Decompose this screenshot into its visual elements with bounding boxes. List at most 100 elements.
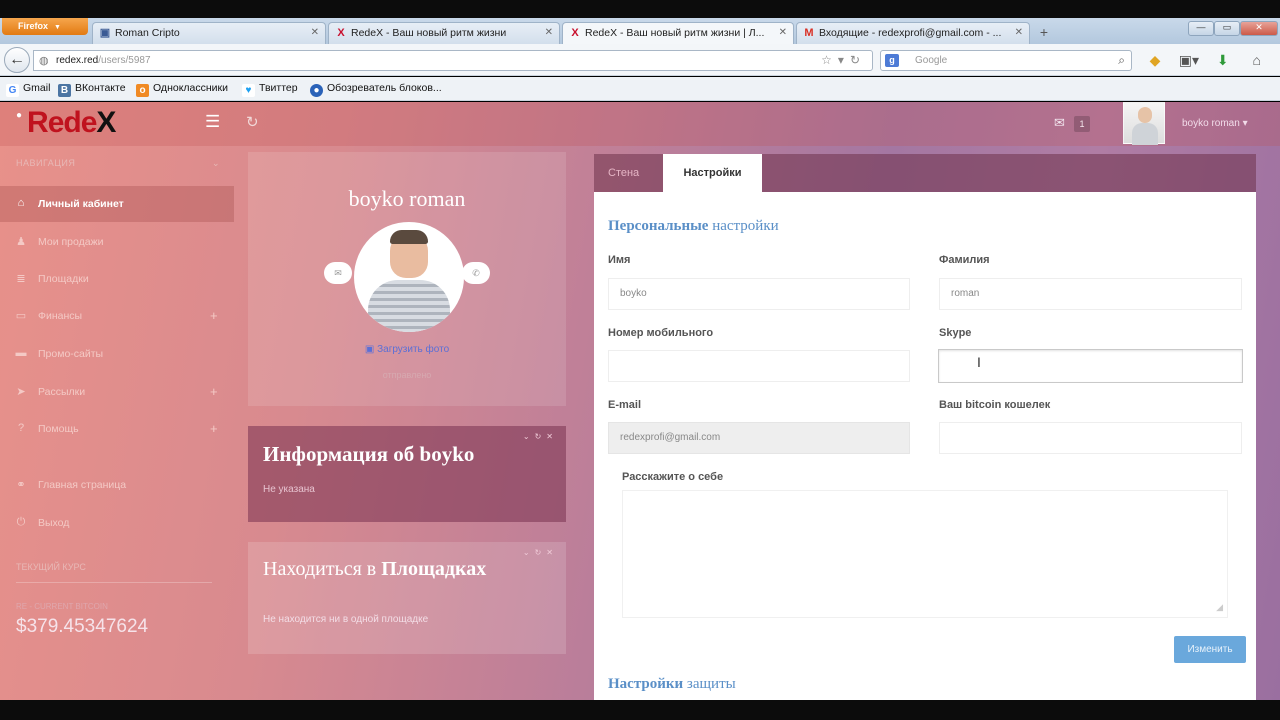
chevron-down-icon: ▾ bbox=[1242, 118, 1248, 129]
course-title: ТЕКУЩИЙ КУРС bbox=[16, 562, 86, 572]
about-label: Расскажите о себе bbox=[622, 471, 724, 483]
skype-label: Skype bbox=[939, 327, 972, 339]
bookmark-vkontakte[interactable]: B ВКонтакте bbox=[58, 82, 126, 97]
card-controls[interactable]: ⌄↻✕ bbox=[523, 548, 558, 557]
browser-tab-roman-cripto[interactable]: ▣ Roman Cripto ✕ bbox=[92, 22, 326, 44]
sidebar-item-mailings[interactable]: ➤ Рассылки + bbox=[0, 374, 234, 410]
sidebar: НАВИГАЦИЯ ⌄ ⌂ Личный кабинет ♟ Мои продажи … bbox=[0, 146, 236, 700]
user-avatar[interactable] bbox=[1123, 102, 1165, 145]
bookmark-twitter[interactable]: ♥ Твиттер bbox=[242, 82, 298, 97]
chevron-down-icon[interactable]: ⌄ bbox=[212, 158, 220, 169]
bookmark-odnoklassniki[interactable]: o Одноклассники bbox=[136, 82, 228, 97]
redex-favicon-icon: X bbox=[337, 27, 345, 39]
phone-icon[interactable]: ✆ bbox=[462, 262, 490, 284]
back-arrow-icon[interactable]: ← bbox=[4, 47, 30, 73]
list-icon: ≣ bbox=[16, 273, 26, 285]
address-bar-icons[interactable]: ☆▾↻ bbox=[821, 53, 866, 67]
save-button[interactable]: Изменить bbox=[1174, 636, 1246, 663]
mobile-field[interactable] bbox=[608, 350, 910, 382]
mail-count-badge: 1 bbox=[1074, 116, 1090, 132]
close-tab-icon[interactable]: ✕ bbox=[545, 27, 553, 38]
card-controls[interactable]: ⌄↻✕ bbox=[523, 432, 558, 441]
sidebar-item-logout[interactable]: ⏻ Выход bbox=[0, 505, 234, 541]
sidebar-item-cabinet[interactable]: ⌂ Личный кабинет bbox=[0, 186, 234, 222]
profile-card: boyko roman ✉ ✆ ▣ Загрузить фото отправл… bbox=[248, 152, 566, 406]
address-bar[interactable]: ◍ redex.red/users/5987 ☆▾↻ bbox=[33, 50, 873, 71]
gmail-icon: M bbox=[804, 27, 814, 39]
plus-icon: + bbox=[210, 308, 218, 323]
locations-card: ⌄↻✕ Находиться в Площадках Не находится … bbox=[248, 542, 566, 654]
user-menu[interactable]: boyko roman ▾ bbox=[1182, 118, 1248, 129]
about-textarea[interactable]: ◢ bbox=[622, 490, 1228, 618]
browser-tab-strip: Firefox ▼ ▣ Roman Cripto ✕ X RedeX - Ваш … bbox=[0, 18, 1280, 45]
tab-wall[interactable]: Стена bbox=[594, 154, 653, 192]
first-name-label: Имя bbox=[608, 254, 631, 266]
message-icon[interactable]: ✉ bbox=[324, 262, 352, 284]
mobile-label: Номер мобильного bbox=[608, 327, 714, 339]
browser-toolbar-icons: ◆ ▣▾ ⬇ ⌂ bbox=[1140, 52, 1272, 69]
close-tab-icon[interactable]: ✕ bbox=[779, 27, 787, 38]
sidebar-item-finance[interactable]: ▭ Финансы + bbox=[0, 298, 234, 334]
letterbox-top bbox=[0, 0, 1280, 18]
locations-card-title: Находиться в Площадках bbox=[263, 558, 487, 580]
section-title-personal: Персональные настройки bbox=[608, 218, 779, 234]
skype-field[interactable]: I bbox=[938, 349, 1243, 383]
resize-grip-icon[interactable]: ◢ bbox=[1216, 602, 1223, 613]
info-card-text: Не указана bbox=[263, 484, 315, 495]
logo-bullet: ● bbox=[16, 110, 22, 121]
window-menu-icon[interactable]: ▣▾ bbox=[1174, 52, 1204, 69]
bitcoin-wallet-field[interactable] bbox=[939, 422, 1242, 454]
browser-tab-gmail[interactable]: M Входящие - redexprofi@gmail.com - ... … bbox=[796, 22, 1030, 44]
sidebar-item-help[interactable]: ? Помощь + bbox=[0, 411, 234, 447]
browser-tab-redex-1[interactable]: X RedeX - Ваш новый ритм жизни ✕ bbox=[328, 22, 560, 44]
maximize-icon[interactable]: ▭ bbox=[1214, 21, 1240, 36]
sidebar-item-home-page[interactable]: ⚭ Главная страница bbox=[0, 467, 234, 503]
minimize-icon[interactable]: — bbox=[1188, 21, 1214, 36]
bookmark-block-explorer[interactable]: ● Обозреватель блоков... bbox=[310, 82, 442, 97]
info-card: ⌄↻✕ Информация об boyko Не указана bbox=[248, 426, 566, 522]
last-name-field[interactable]: roman bbox=[939, 278, 1242, 310]
globe-icon: ● bbox=[310, 84, 323, 97]
site-header: ● RedeX ☰ ↻ ✉ 1 boyko roman ▾ bbox=[0, 102, 1280, 146]
close-tab-icon[interactable]: ✕ bbox=[311, 27, 319, 38]
refresh-icon[interactable]: ↻ bbox=[246, 113, 259, 131]
settings-panel: Стена Настройки Персональные настройки И… bbox=[594, 154, 1256, 700]
course-value: $379.45347624 bbox=[16, 616, 149, 637]
new-tab-icon[interactable]: + bbox=[1033, 23, 1055, 43]
twitter-icon: ♥ bbox=[242, 84, 255, 97]
card-icon: ▭ bbox=[15, 310, 27, 322]
sidebar-item-sales[interactable]: ♟ Мои продажи bbox=[0, 224, 234, 260]
extension-icon[interactable]: ◆ bbox=[1140, 52, 1170, 69]
link-icon: ⚭ bbox=[16, 479, 26, 491]
email-field[interactable]: redexprofi@gmail.com bbox=[608, 422, 910, 454]
menu-toggle-icon[interactable]: ☰ bbox=[205, 113, 221, 130]
monitor-icon: ▬ bbox=[15, 347, 27, 359]
mail-icon[interactable]: ✉ bbox=[1054, 115, 1065, 131]
image-icon: ▣ bbox=[364, 344, 375, 355]
help-icon: ? bbox=[17, 422, 25, 434]
panel-tabs: Стена Настройки bbox=[594, 154, 1256, 192]
close-tab-icon[interactable]: ✕ bbox=[1015, 27, 1023, 38]
home-icon: ⌂ bbox=[17, 197, 25, 209]
globe-icon: ◍ bbox=[39, 55, 49, 67]
bookmark-gmail[interactable]: G Gmail bbox=[6, 82, 50, 97]
letterbox-bottom bbox=[0, 700, 1280, 720]
firefox-menu-button[interactable]: Firefox ▼ bbox=[2, 18, 88, 35]
redex-logo[interactable]: ● RedeX bbox=[16, 106, 116, 140]
close-window-icon[interactable]: ✕ bbox=[1240, 21, 1278, 36]
plus-icon: + bbox=[210, 421, 218, 436]
search-icon[interactable]: ⌕ bbox=[1118, 53, 1125, 68]
download-icon[interactable]: ⬇ bbox=[1208, 52, 1238, 69]
email-label: E-mail bbox=[608, 399, 642, 411]
user-icon: ♟ bbox=[16, 236, 26, 248]
redex-favicon-icon: X bbox=[571, 27, 579, 39]
tab-settings[interactable]: Настройки bbox=[663, 154, 762, 192]
browser-tab-redex-active[interactable]: X RedeX - Ваш новый ритм жизни | Л... ✕ bbox=[562, 22, 794, 45]
sidebar-item-platforms[interactable]: ≣ Площадки bbox=[0, 261, 234, 297]
sidebar-item-promo[interactable]: ▬ Промо-сайты bbox=[0, 336, 234, 372]
home-icon[interactable]: ⌂ bbox=[1242, 52, 1272, 68]
browser-navbar: ← ◍ redex.red/users/5987 ☆▾↻ g Google ⌕ … bbox=[0, 44, 1280, 76]
search-input[interactable]: g Google ⌕ bbox=[880, 50, 1132, 71]
upload-photo-link[interactable]: ▣ Загрузить фото bbox=[248, 344, 566, 355]
first-name-field[interactable]: boyko bbox=[608, 278, 910, 310]
